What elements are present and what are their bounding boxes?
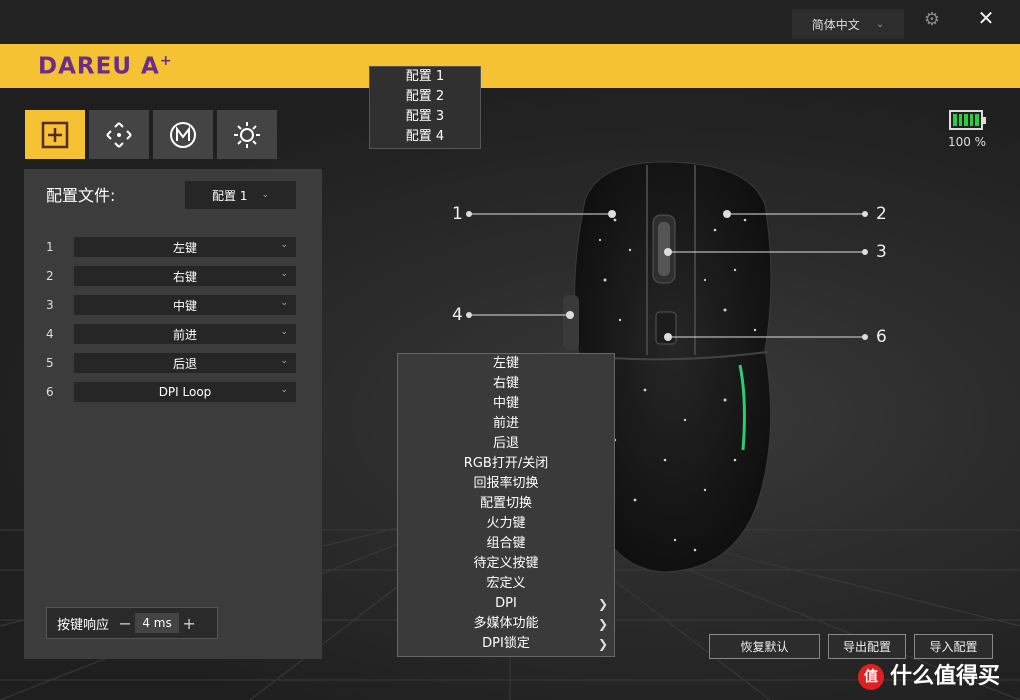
menu-item-multimedia[interactable]: 多媒体功能 ❯: [398, 614, 614, 634]
tab-dpi[interactable]: [89, 110, 149, 159]
watermark-text: 什么值得买: [890, 664, 1001, 689]
callout-6: 6: [876, 327, 887, 347]
key-number: 5: [46, 356, 54, 370]
key-select-6[interactable]: DPI Loop ⌄: [74, 382, 296, 402]
key-select-4[interactable]: 前进 ⌄: [74, 324, 296, 344]
profile-option[interactable]: 配置 2: [370, 87, 480, 107]
profile-option[interactable]: 配置 1: [370, 67, 480, 87]
decrease-button[interactable]: −: [117, 614, 133, 633]
chevron-right-icon: ❯: [597, 637, 608, 651]
menu-item[interactable]: 组合键: [398, 534, 614, 554]
function-tabs: [25, 110, 277, 159]
chevron-down-icon: ⌄: [280, 385, 288, 395]
smzdm-logo-icon: 值: [858, 664, 884, 690]
chevron-right-icon: ❯: [597, 597, 608, 611]
key-row: 1 左键 ⌄: [46, 237, 296, 257]
key-response-value: 4 ms: [135, 613, 180, 633]
callout-1: 1: [452, 204, 463, 224]
key-config-panel: 配置文件: 配置 1 ⌄ 1 左键 ⌄ 2 右键 ⌄ 3 中键 ⌄ 4 前进 ⌄ 5 后…: [24, 169, 322, 659]
key-row: 2 右键 ⌄: [46, 266, 296, 286]
chevron-down-icon: ⌄: [280, 269, 288, 279]
menu-item[interactable]: 回报率切换: [398, 474, 614, 494]
menu-item[interactable]: 后退: [398, 434, 614, 454]
callout-3: 3: [876, 242, 887, 262]
menu-item[interactable]: 火力键: [398, 514, 614, 534]
menu-item[interactable]: 配置切换: [398, 494, 614, 514]
close-icon[interactable]: ✕: [975, 7, 997, 29]
export-config-button[interactable]: 导出配置: [828, 634, 906, 659]
profile-label: 配置文件:: [46, 186, 116, 205]
tab-lighting[interactable]: [217, 110, 277, 159]
plus-square-icon: [41, 121, 69, 148]
key-row: 5 后退 ⌄: [46, 353, 296, 373]
key-number: 1: [46, 240, 54, 254]
menu-item-dpi-lock[interactable]: DPI锁定 ❯: [398, 634, 614, 654]
restore-default-button[interactable]: 恢复默认: [709, 634, 820, 659]
macro-m-icon: [170, 121, 196, 148]
key-response-label: 按键响应: [57, 617, 110, 633]
menu-item[interactable]: 待定义按键: [398, 554, 614, 574]
language-label: 简体中文: [811, 17, 860, 32]
battery-icon: [949, 110, 986, 130]
watermark: 值什么值得买: [858, 658, 1000, 690]
chevron-down-icon: ⌄: [280, 240, 288, 250]
tab-macro[interactable]: [153, 110, 213, 159]
menu-item[interactable]: RGB打开/关闭: [398, 454, 614, 474]
key-select-2[interactable]: 右键 ⌄: [74, 266, 296, 286]
key-number: 4: [46, 327, 54, 341]
profile-selected: 配置 1: [212, 188, 248, 203]
key-row: 6 DPI Loop ⌄: [46, 382, 296, 402]
battery-percentage: 100 %: [947, 135, 987, 149]
key-row: 3 中键 ⌄: [46, 295, 296, 315]
menu-item-dpi[interactable]: DPI ❯: [398, 594, 614, 614]
callout-4: 4: [452, 305, 463, 325]
key-select-3[interactable]: 中键 ⌄: [74, 295, 296, 315]
menu-item[interactable]: 前进: [398, 414, 614, 434]
gear-icon[interactable]: ⚙: [921, 9, 943, 31]
menu-item[interactable]: 中键: [398, 394, 614, 414]
key-select-5[interactable]: 后退 ⌄: [74, 353, 296, 373]
language-select[interactable]: 简体中文 ⌄: [792, 9, 904, 39]
dpi-arrows-icon: [106, 121, 132, 148]
increase-button[interactable]: +: [181, 614, 197, 633]
chevron-down-icon: ⌄: [280, 327, 288, 337]
profile-dropdown: 配置 1 配置 2 配置 3 配置 4: [369, 66, 481, 149]
key-number: 2: [46, 269, 54, 283]
menu-item[interactable]: 右键: [398, 374, 614, 394]
chevron-down-icon: ⌄: [261, 190, 269, 200]
key-row: 4 前进 ⌄: [46, 324, 296, 344]
tab-buttons[interactable]: [25, 110, 85, 159]
key-number: 3: [46, 298, 54, 312]
dareu-logo: DAREU A+: [38, 53, 173, 80]
sun-light-icon: [234, 121, 260, 148]
key-number: 6: [46, 385, 54, 399]
profile-option[interactable]: 配置 3: [370, 107, 480, 127]
function-menu: 左键 右键 中键 前进 后退 RGB打开/关闭 回报率切换 配置切换 火力键 组…: [397, 353, 615, 657]
menu-item[interactable]: 宏定义: [398, 574, 614, 594]
menu-item[interactable]: 左键: [398, 354, 614, 374]
chevron-down-icon: ⌄: [875, 18, 885, 30]
key-response-control: 按键响应 − 4 ms +: [46, 607, 218, 639]
chevron-down-icon: ⌄: [280, 298, 288, 308]
callout-2: 2: [876, 204, 887, 224]
key-select-1[interactable]: 左键 ⌄: [74, 237, 296, 257]
chevron-down-icon: ⌄: [280, 356, 288, 366]
chevron-right-icon: ❯: [597, 617, 608, 631]
import-config-button[interactable]: 导入配置: [914, 634, 993, 659]
profile-select[interactable]: 配置 1 ⌄: [185, 181, 296, 209]
profile-option[interactable]: 配置 4: [370, 127, 480, 147]
